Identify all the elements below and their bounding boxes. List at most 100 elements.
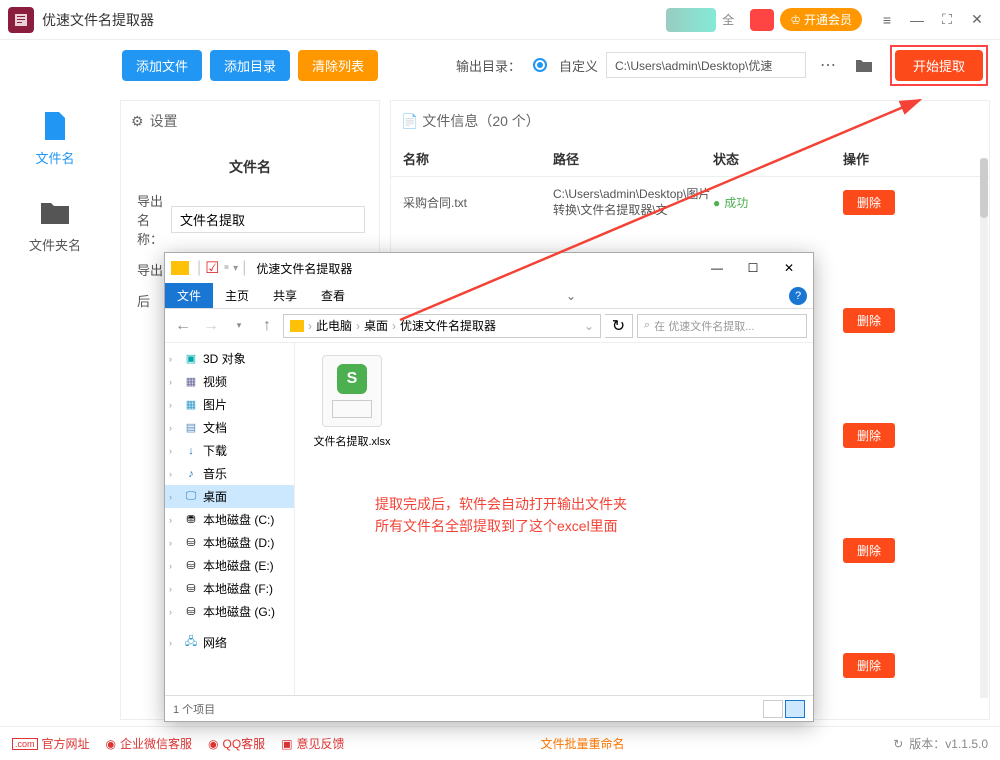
delete-button[interactable]: 删除 (843, 653, 895, 678)
crown-icon: ♔ (790, 13, 801, 27)
exp-minimize-icon[interactable]: — (699, 254, 735, 282)
tree-item-disk-d[interactable]: ›⛁本地磁盘 (D:) (165, 531, 294, 554)
ribbon-tab-view[interactable]: 查看 (309, 283, 357, 308)
sidebar: 文件名 文件夹名 (0, 90, 110, 254)
file-item[interactable]: S 文件名提取.xlsx (307, 355, 397, 449)
vip-button[interactable]: ♔ 开通会员 (780, 8, 862, 31)
scrollbar[interactable] (980, 158, 988, 698)
ribbon-tab-file[interactable]: 文件 (165, 283, 213, 308)
add-file-button[interactable]: 添加文件 (122, 50, 202, 81)
annotation-text: 提取完成后，软件会自动打开输出文件夹 所有文件名全部提取到了这个excel里面 (375, 493, 627, 538)
sidebar-label-2: 文件夹名 (29, 235, 81, 254)
history-icon[interactable]: ▾ (227, 314, 251, 338)
delete-button[interactable]: 删除 (843, 538, 895, 563)
scrollbar-thumb[interactable] (980, 158, 988, 218)
breadcrumb[interactable]: › 此电脑 › 桌面 › 优速文件名提取器 ⌄ (283, 314, 601, 338)
col-action: 操作 (843, 149, 977, 168)
footer-link-wechat[interactable]: ◉ 企业微信客服 (106, 735, 193, 752)
ribbon-tab-share[interactable]: 共享 (261, 283, 309, 308)
crumb-folder[interactable]: 优速文件名提取器 (400, 317, 496, 334)
forward-icon[interactable]: → (199, 314, 223, 338)
output-path-input[interactable] (606, 52, 806, 78)
col-path: 路径 (553, 149, 713, 168)
footer-link-feedback[interactable]: ▣ 意见反馈 (281, 735, 344, 752)
tree-label: 文档 (203, 419, 227, 436)
link-label: QQ客服 (223, 735, 266, 752)
tree-label: 本地磁盘 (D:) (203, 534, 274, 551)
shield-icon[interactable] (750, 9, 774, 31)
cell-name: 采购合同.txt (403, 194, 553, 211)
link-label: 官方网址 (42, 735, 90, 752)
tree-item-desktop[interactable]: ›🖵桌面 (165, 485, 294, 508)
check-icon: ☑ (205, 258, 219, 278)
delete-button[interactable]: 删除 (843, 190, 895, 215)
view-icons-icon[interactable] (785, 700, 805, 718)
tree-item-disk-c[interactable]: ›⛃本地磁盘 (C:) (165, 508, 294, 531)
feedback-icon: ▣ (281, 737, 292, 751)
file-item-name: 文件名提取.xlsx (314, 433, 391, 449)
folder-browse-icon[interactable] (850, 51, 878, 79)
search-icon: ⌕ (644, 319, 650, 332)
minimize-icon[interactable]: — (902, 5, 932, 35)
promo-icon[interactable] (666, 8, 716, 32)
tree-item-disk-g[interactable]: ›⛁本地磁盘 (G:) (165, 600, 294, 623)
crumb-pc[interactable]: 此电脑 (316, 317, 352, 334)
tree-item-docs[interactable]: ›▤文档 (165, 416, 294, 439)
file-info-header: 📄 文件信息（20 个） (391, 101, 989, 141)
footer-link-website[interactable]: .com 官方网址 (12, 735, 90, 752)
exp-close-icon[interactable]: ✕ (771, 254, 807, 282)
export-name-input[interactable] (171, 206, 365, 233)
tree-item-disk-f[interactable]: ›⛁本地磁盘 (F:) (165, 577, 294, 600)
annotation-line-2: 所有文件名全部提取到了这个excel里面 (375, 515, 627, 537)
settings-section-title: 文件名 (137, 151, 363, 191)
refresh-icon[interactable]: ↻ (893, 737, 903, 751)
chevron-down-icon[interactable]: ⌄ (566, 289, 576, 303)
crumb-desktop[interactable]: 桌面 (364, 317, 388, 334)
tree-item-video[interactable]: ›▦视频 (165, 370, 294, 393)
export-type-label: 导出 (137, 260, 163, 279)
up-icon[interactable]: ↑ (255, 314, 279, 338)
close-icon[interactable]: ✕ (962, 5, 992, 35)
ribbon-tab-home[interactable]: 主页 (213, 283, 261, 308)
sidebar-item-filename[interactable]: 文件名 (35, 110, 74, 167)
tree-item-pictures[interactable]: ›▦图片 (165, 393, 294, 416)
tree-item-3d[interactable]: ›▣3D 对象 (165, 347, 294, 370)
start-extract-button[interactable]: 开始提取 (895, 50, 983, 81)
wechat-icon: ◉ (106, 737, 116, 751)
refresh-icon[interactable]: ↻ (605, 314, 633, 338)
toolbar: 添加文件 添加目录 清除列表 输出目录： 自定义 ⋯ 开始提取 (110, 40, 1000, 90)
vip-label: 开通会员 (804, 11, 852, 28)
cell-status: ● 成功 (713, 194, 843, 211)
add-dir-button[interactable]: 添加目录 (210, 50, 290, 81)
footer: .com官方网址 ◉企业微信客服 ◉QQ客服 ▣意见反馈 文件批量重命名 ↻版本… (0, 726, 1000, 760)
delete-button[interactable]: 删除 (843, 423, 895, 448)
view-details-icon[interactable] (763, 700, 783, 718)
tree-label: 本地磁盘 (G:) (203, 603, 275, 620)
tree-item-network[interactable]: ›🖧网络 (165, 631, 294, 654)
tree-item-downloads[interactable]: ›↓下载 (165, 439, 294, 462)
table-row: 采购合同.txt C:\Users\admin\Desktop\图片转换\文件名… (391, 177, 989, 228)
delete-button[interactable]: 删除 (843, 308, 895, 333)
exp-maximize-icon[interactable]: ☐ (735, 254, 771, 282)
folder-icon (171, 261, 189, 275)
link-label: 企业微信客服 (120, 735, 192, 752)
more-icon[interactable]: ⋯ (814, 51, 842, 79)
help-icon[interactable]: ? (789, 287, 807, 305)
sidebar-item-foldername[interactable]: 文件夹名 (29, 197, 81, 254)
custom-radio[interactable] (533, 58, 547, 72)
link-label: 意见反馈 (297, 735, 345, 752)
cell-path: C:\Users\admin\Desktop\图片转换\文件名提取器\文 (553, 187, 713, 218)
clear-list-button[interactable]: 清除列表 (298, 50, 378, 81)
fullscreen-icon[interactable]: ⛶ (932, 5, 962, 35)
back-icon[interactable]: ← (171, 314, 195, 338)
tree-item-disk-e[interactable]: ›⛁本地磁盘 (E:) (165, 554, 294, 577)
explorer-body: ›▣3D 对象 ›▦视频 ›▦图片 ›▤文档 ›↓下载 ›♪音乐 ›🖵桌面 ›⛃… (165, 343, 813, 695)
tree-item-music[interactable]: ›♪音乐 (165, 462, 294, 485)
web-icon: .com (12, 738, 38, 750)
explorer-search-input[interactable]: ⌕ 在 优速文件名提取... (637, 314, 807, 338)
footer-link-rename[interactable]: 文件批量重命名 (541, 735, 625, 752)
menu-icon[interactable]: ≡ (872, 5, 902, 35)
sidebar-label-1: 文件名 (35, 148, 74, 167)
footer-link-qq[interactable]: ◉QQ客服 (208, 735, 265, 752)
explorer-dialog: | ☑ ▪ ▾ | 优速文件名提取器 — ☐ ✕ 文件 主页 共享 查看 ⌄ ?… (164, 252, 814, 722)
